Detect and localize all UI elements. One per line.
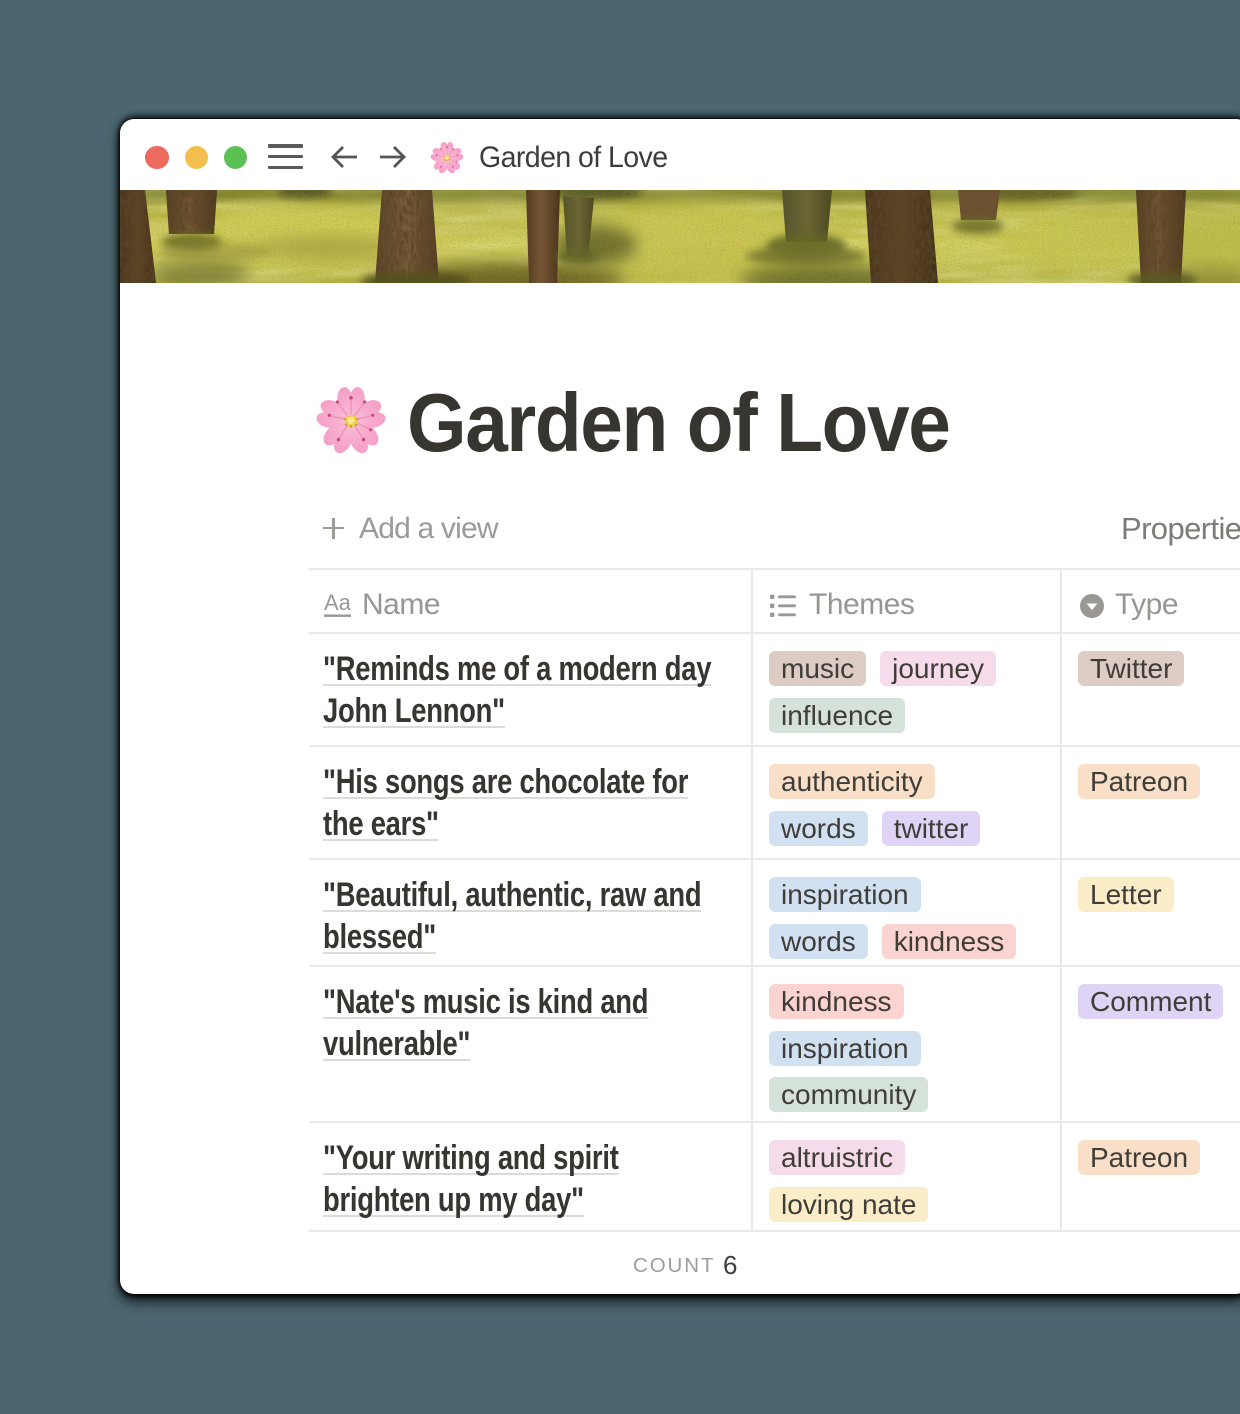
svg-text:Aa: Aa [324,593,352,615]
